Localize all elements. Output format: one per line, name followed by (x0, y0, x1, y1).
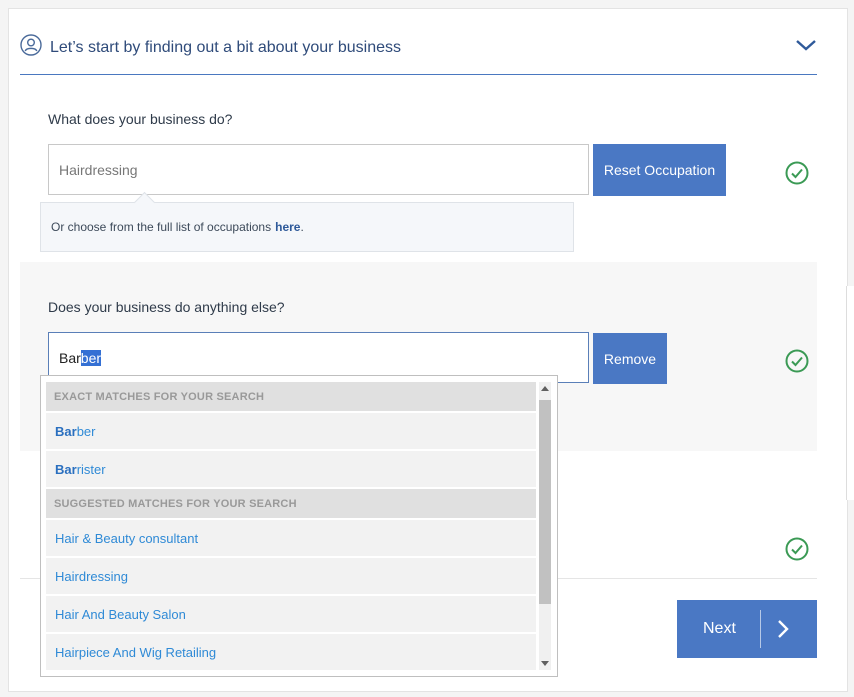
list-item[interactable]: Hairpiece And Wig Retailing (46, 634, 536, 670)
scroll-up-icon[interactable] (541, 386, 549, 391)
autocomplete-selection: ber (80, 349, 102, 366)
remove-button[interactable]: Remove (593, 333, 667, 384)
list-item[interactable]: Bar rister (46, 451, 536, 487)
list-item[interactable]: Hair & Beauty consultant (46, 520, 536, 556)
next-button[interactable]: Next (677, 600, 817, 658)
scroll-down-icon[interactable] (541, 661, 549, 666)
question-occupation: What does your business do? (48, 111, 233, 127)
check-circle-icon (785, 349, 809, 373)
match-highlight: Bar (55, 461, 77, 477)
user-circle-icon (20, 34, 42, 56)
suggested-matches-header: SUGGESTED MATCHES FOR YOUR SEARCH (46, 489, 536, 518)
list-item[interactable]: Hair And Beauty Salon (46, 596, 536, 632)
hint-text: Or choose from the full list of occupati… (51, 220, 272, 234)
occupation-input[interactable]: Hairdressing (48, 144, 589, 195)
list-item[interactable]: Bar ber (46, 413, 536, 449)
occupation-value: Hairdressing (59, 161, 138, 178)
match-highlight: Bar (55, 423, 77, 439)
match-rest: rister (76, 461, 106, 477)
dropdown-scrollbar[interactable] (539, 382, 551, 670)
autocomplete-list: EXACT MATCHES FOR YOUR SEARCH Bar ber Bar… (46, 382, 536, 672)
next-separator (760, 610, 761, 648)
section-header[interactable]: Let’s start by finding out a bit about y… (20, 28, 817, 75)
chevron-down-icon[interactable] (795, 36, 817, 54)
chevron-right-icon (778, 620, 789, 638)
list-item[interactable]: Hairdressing (46, 558, 536, 594)
match-rest: ber (76, 423, 96, 439)
full-list-link[interactable]: here (275, 220, 300, 234)
hint-period: . (300, 220, 304, 234)
exact-matches-header: EXACT MATCHES FOR YOUR SEARCH (46, 382, 536, 411)
question-anything-else: Does your business do anything else? (48, 299, 285, 315)
next-label: Next (703, 620, 736, 637)
reset-occupation-button[interactable]: Reset Occupation (593, 144, 726, 196)
side-panel-edge (846, 286, 854, 500)
check-circle-icon (785, 537, 809, 561)
check-circle-icon (785, 161, 809, 185)
occupation-hint: Or choose from the full list of occupati… (40, 191, 574, 252)
autocomplete-dropdown: EXACT MATCHES FOR YOUR SEARCH Bar ber Bar… (40, 375, 558, 677)
scroll-thumb[interactable] (539, 400, 551, 604)
typed-text: Bar (59, 349, 81, 366)
section-title: Let’s start by finding out a bit about y… (50, 39, 402, 56)
